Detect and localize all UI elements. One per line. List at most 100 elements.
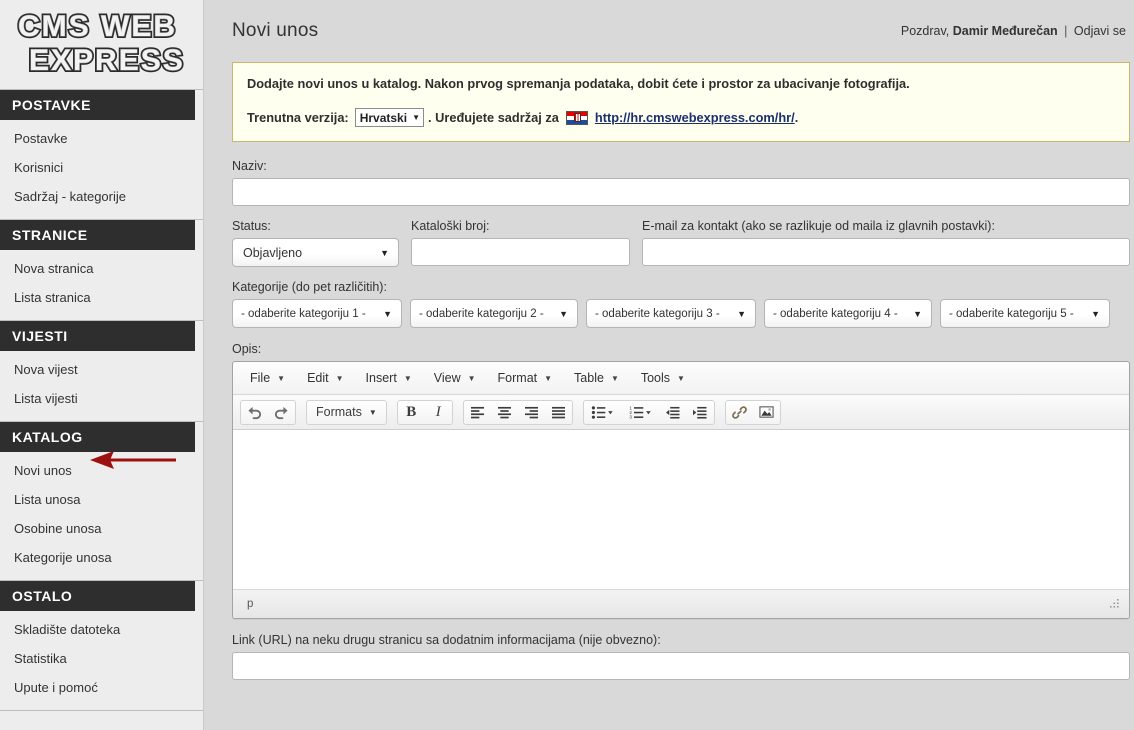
- sidebar-item-lista-unosa[interactable]: Lista unosa: [0, 485, 203, 514]
- undo-icon[interactable]: [241, 401, 268, 424]
- croatia-flag-icon: [565, 110, 588, 125]
- notice-instruction-text: Dodajte novi unos u katalog. Nakon prvog…: [247, 76, 910, 91]
- link-url-row: Link (URL) na neku drugu stranicu sa dod…: [232, 633, 1134, 680]
- align-right-icon[interactable]: [518, 401, 545, 424]
- undo-redo-group: [240, 399, 296, 425]
- sidebar: CMS WEB CMS WEB EXPRESS EXPRESS POSTAVKE…: [0, 0, 204, 730]
- redo-icon[interactable]: [268, 401, 295, 424]
- menu-file-label: File: [250, 371, 271, 385]
- naziv-row: Naziv:: [232, 159, 1134, 206]
- sidebar-item-osobine-unosa[interactable]: Osobine unosa: [0, 514, 203, 543]
- menu-view[interactable]: View ▼: [423, 367, 487, 389]
- status-katbroj-email-row: Status: Objavljeno ▼ Kataloški broj: E-m…: [232, 219, 1134, 267]
- link-url-input[interactable]: [232, 652, 1130, 680]
- top-bar: Novi unos Pozdrav, Damir Međurečan | Odj…: [204, 0, 1134, 62]
- notice-period: .: [794, 110, 799, 125]
- nav-header-ostalo: OSTALO: [0, 581, 195, 611]
- kategorija-1-value: - odaberite kategoriju 1 -: [241, 307, 366, 320]
- chevron-down-icon: ▼: [380, 247, 389, 258]
- kataloski-broj-input[interactable]: [411, 238, 630, 266]
- link-image-group: [724, 399, 781, 425]
- user-name: Damir Međurečan: [952, 24, 1058, 38]
- chevron-down-icon: ▼: [403, 373, 412, 383]
- sidebar-item-lista-stranica[interactable]: Lista stranica: [0, 283, 203, 312]
- menu-format[interactable]: Format ▼: [487, 367, 564, 389]
- menu-table-label: Table: [574, 371, 604, 385]
- editor-content-area[interactable]: [233, 430, 1129, 590]
- app-logo[interactable]: CMS WEB CMS WEB EXPRESS EXPRESS: [0, 0, 203, 90]
- indent-icon[interactable]: [687, 401, 714, 424]
- editor-element-path: p: [247, 598, 254, 610]
- status-select-value: Objavljeno: [243, 245, 303, 260]
- language-version-value: Hrvatski: [359, 110, 408, 125]
- menu-table[interactable]: Table ▼: [563, 367, 630, 389]
- site-url-link[interactable]: http://hr.cmswebexpress.com/hr/: [595, 110, 795, 125]
- outdent-icon[interactable]: [660, 401, 687, 424]
- menu-insert[interactable]: Insert ▼: [355, 367, 423, 389]
- image-icon[interactable]: [753, 401, 780, 424]
- language-version-select[interactable]: Hrvatski ▼: [354, 108, 424, 127]
- kategorija-2-select[interactable]: - odaberite kategoriju 2 - ▼: [410, 299, 578, 328]
- link-icon[interactable]: [726, 401, 753, 424]
- naziv-input[interactable]: [232, 178, 1130, 206]
- sidebar-item-nova-stranica[interactable]: Nova stranica: [0, 254, 203, 283]
- user-greeting: Pozdrav, Damir Međurečan | Odjavi se: [901, 24, 1126, 38]
- italic-icon[interactable]: I: [425, 401, 452, 424]
- kategorija-4-select[interactable]: - odaberite kategoriju 4 - ▼: [764, 299, 932, 328]
- alignment-group: [462, 399, 573, 425]
- sidebar-item-skladiste-datoteka[interactable]: Skladište datoteka: [0, 615, 203, 644]
- sidebar-item-kategorije-unosa[interactable]: Kategorije unosa: [0, 543, 203, 572]
- kategorija-4-value: - odaberite kategoriju 4 -: [773, 307, 898, 320]
- sidebar-item-statistika[interactable]: Statistika: [0, 644, 203, 673]
- align-justify-icon[interactable]: [545, 401, 572, 424]
- info-notice-box: Dodajte novi unos u katalog. Nakon prvog…: [232, 62, 1130, 142]
- logout-link[interactable]: Odjavi se: [1074, 24, 1126, 38]
- menu-view-label: View: [433, 371, 461, 385]
- menu-edit[interactable]: Edit ▼: [296, 367, 354, 389]
- greeting-prefix: Pozdrav,: [900, 24, 950, 38]
- nav-header-vijesti: VIJESTI: [0, 321, 195, 351]
- kategorije-label: Kategorije (do pet različitih):: [232, 280, 387, 294]
- nav-group-vijesti: VIJESTI Nova vijest Lista vijesti: [0, 321, 203, 422]
- kataloski-broj-field-group: Kataloški broj:: [411, 219, 630, 267]
- sidebar-item-sadrzaj-kategorije[interactable]: Sadržaj - kategorije: [0, 182, 203, 211]
- sidebar-item-postavke[interactable]: Postavke: [0, 124, 203, 153]
- editor-menubar: File ▼ Edit ▼ Insert ▼ View ▼ Format ▼ T…: [233, 362, 1129, 395]
- bold-icon[interactable]: B: [398, 401, 425, 424]
- sidebar-item-korisnici[interactable]: Korisnici: [0, 153, 203, 182]
- content-area: Dodajte novi unos u katalog. Nakon prvog…: [204, 62, 1134, 680]
- sidebar-item-nova-vijest[interactable]: Nova vijest: [0, 355, 203, 384]
- nav-group-katalog: KATALOG Novi unos Lista unosa Osobine un…: [0, 422, 203, 581]
- status-select[interactable]: Objavljeno ▼: [232, 238, 399, 267]
- align-center-icon[interactable]: [491, 401, 518, 424]
- menu-insert-label: Insert: [365, 371, 397, 385]
- editor-status-bar: p: [233, 590, 1129, 618]
- email-label: E-mail za kontakt (ako se razlikuje od m…: [642, 219, 995, 233]
- chevron-down-icon: ▼: [368, 407, 377, 417]
- chevron-down-icon: ▼: [467, 373, 476, 383]
- chevron-down-icon: ▼: [1091, 308, 1100, 319]
- main-content: Novi unos Pozdrav, Damir Međurečan | Odj…: [204, 0, 1134, 730]
- sidebar-item-novi-unos[interactable]: Novi unos: [0, 456, 203, 485]
- kategorija-5-select[interactable]: - odaberite kategoriju 5 - ▼: [940, 299, 1110, 328]
- sidebar-item-upute-i-pomoc[interactable]: Upute i pomoć: [0, 673, 203, 702]
- nav-header-postavke: POSTAVKE: [0, 90, 195, 120]
- svg-text:3: 3: [630, 414, 633, 418]
- numbered-list-icon[interactable]: 123: [622, 401, 660, 424]
- nav-header-katalog: KATALOG: [0, 422, 195, 452]
- formats-dropdown[interactable]: Formats ▼: [307, 401, 386, 424]
- chevron-down-icon: ▼: [335, 373, 344, 383]
- kategorija-3-select[interactable]: - odaberite kategoriju 3 - ▼: [586, 299, 756, 328]
- menu-file[interactable]: File ▼: [239, 367, 296, 389]
- status-label: Status:: [232, 219, 271, 233]
- menu-format-label: Format: [497, 371, 538, 385]
- nav-header-stranice: STRANICE: [0, 220, 195, 250]
- sidebar-item-lista-vijesti[interactable]: Lista vijesti: [0, 384, 203, 413]
- formats-group: Formats ▼: [306, 399, 387, 425]
- email-input[interactable]: [642, 238, 1130, 266]
- kategorija-1-select[interactable]: - odaberite kategoriju 1 - ▼: [232, 299, 402, 328]
- resize-grip-icon[interactable]: [1107, 597, 1121, 611]
- menu-tools[interactable]: Tools ▼: [630, 367, 696, 389]
- bullet-list-icon[interactable]: [584, 401, 622, 424]
- align-left-icon[interactable]: [464, 401, 491, 424]
